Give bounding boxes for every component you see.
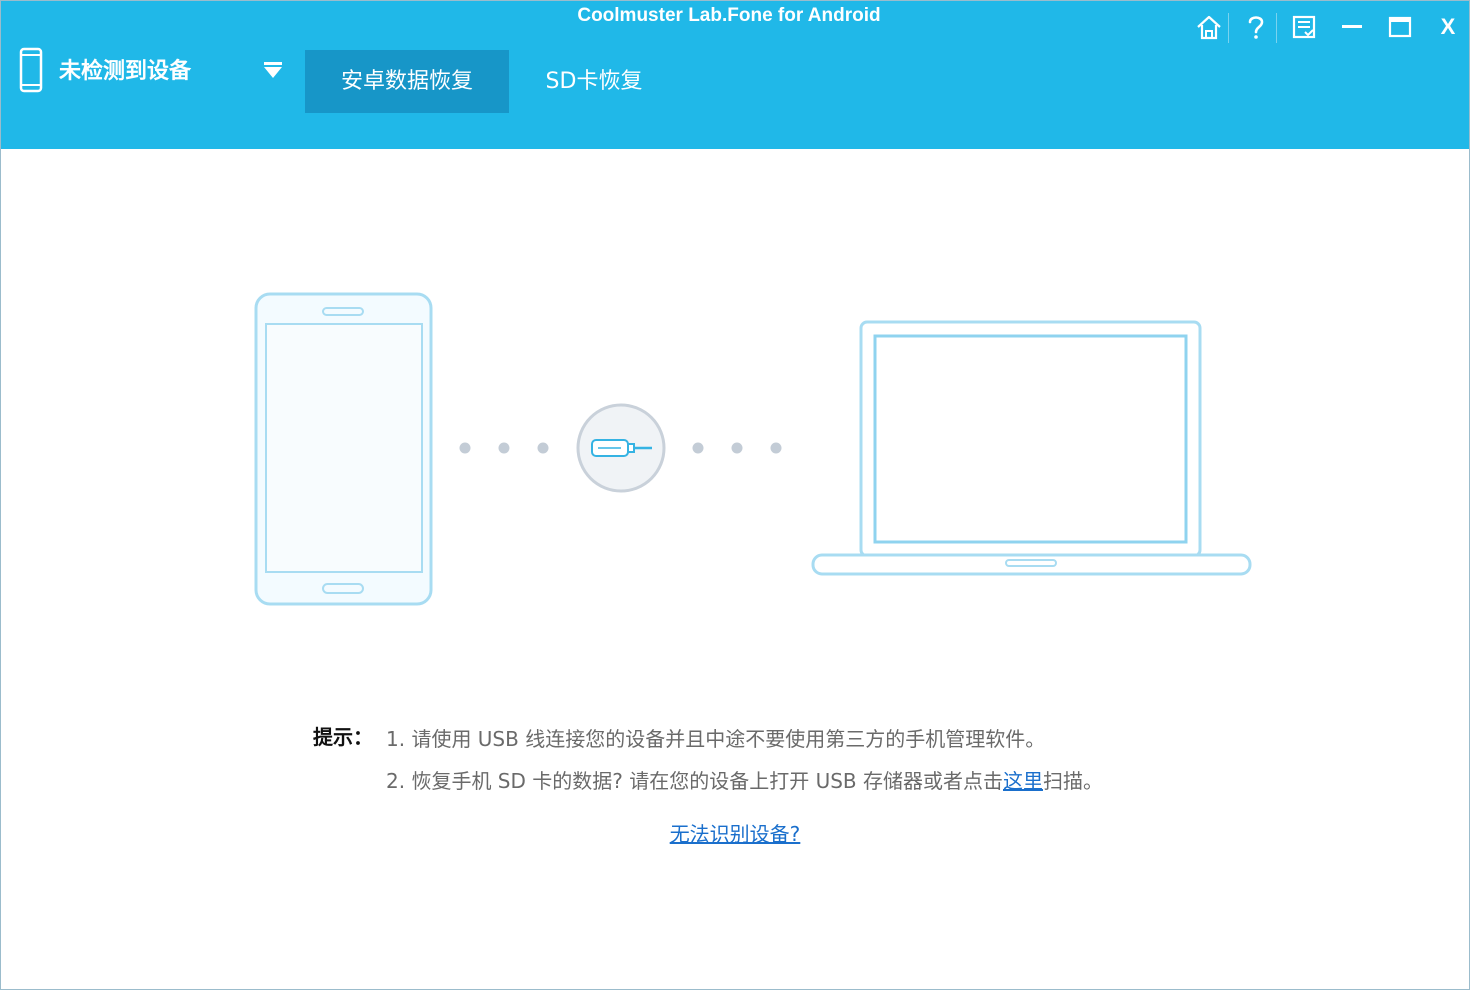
maximize-icon [1388, 16, 1412, 38]
usb-cable-icon [576, 403, 666, 493]
scan-here-link[interactable]: 这里 [1003, 769, 1043, 793]
close-button[interactable]: X [1430, 9, 1466, 45]
home-button[interactable] [1191, 9, 1227, 45]
close-icon: X [1440, 14, 1456, 39]
tab-android-data-recovery[interactable]: 安卓数据恢复 [305, 50, 509, 113]
tip-usb-connection: 1. 请使用 USB 线连接您的设备并且中途不要使用第三方的手机管理软件。 [386, 727, 1046, 751]
help-button[interactable] [1238, 9, 1274, 45]
connection-dot [498, 442, 510, 454]
minimize-button[interactable] [1334, 9, 1370, 45]
phone-illustration [254, 292, 433, 606]
toolbar-divider [1276, 13, 1277, 43]
connection-dot [770, 442, 782, 454]
maximize-button[interactable] [1382, 9, 1418, 45]
app-window: Coolmuster Lab.Fone for Android 未检测到设备 安… [0, 0, 1470, 990]
connection-dot [731, 442, 743, 454]
tab-sd-card-recovery[interactable]: SD卡恢复 [509, 50, 679, 113]
tip-sd-card: 2. 恢复手机 SD 卡的数据? 请在您的设备上打开 USB 存储器或者点击这里… [386, 765, 1103, 794]
feedback-icon [1292, 15, 1316, 39]
laptop-illustration [811, 320, 1252, 576]
toolbar-divider [1228, 13, 1229, 43]
connection-dot [459, 442, 471, 454]
tip-sd-card-text: 2. 恢复手机 SD 卡的数据? 请在您的设备上打开 USB 存储器或者点击 [386, 769, 1003, 793]
device-dropdown-icon[interactable] [259, 55, 287, 85]
tips-label: 提示： [313, 725, 373, 749]
device-status-label: 未检测到设备 [59, 59, 192, 84]
phone-icon [19, 47, 43, 93]
feedback-button[interactable] [1286, 9, 1322, 45]
cannot-detect-device-link[interactable]: 无法识别设备? [670, 822, 801, 846]
help-icon [1248, 16, 1264, 39]
header-bar: Coolmuster Lab.Fone for Android 未检测到设备 安… [1, 1, 1469, 149]
connection-dot [537, 442, 549, 454]
tip-sd-card-text-end: 扫描。 [1043, 769, 1103, 793]
connection-dot [692, 442, 704, 454]
minimize-icon [1342, 25, 1362, 28]
cannot-detect-device-container: 无法识别设备? [1, 818, 1469, 847]
connection-illustration [254, 292, 1252, 606]
home-icon [1197, 15, 1221, 40]
